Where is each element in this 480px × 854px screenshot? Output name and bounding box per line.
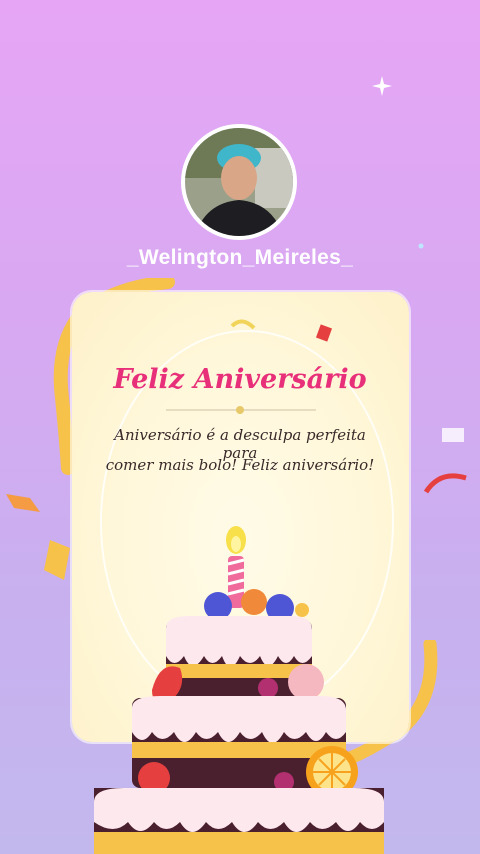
confetti-decoration — [423, 428, 467, 494]
confetti-decoration — [230, 319, 333, 342]
card-title: Feliz Aniversário — [113, 364, 367, 395]
birthday-cake-illustration — [94, 526, 384, 854]
confetti-decoration — [6, 494, 70, 580]
avatar[interactable] — [181, 124, 297, 240]
sparkle-icon — [372, 76, 392, 100]
username[interactable]: _Welington_Meireles_ — [0, 246, 480, 270]
divider-ornament — [236, 406, 244, 414]
card-message-line2: comer mais bolo! Feliz aniversário! — [105, 456, 375, 474]
